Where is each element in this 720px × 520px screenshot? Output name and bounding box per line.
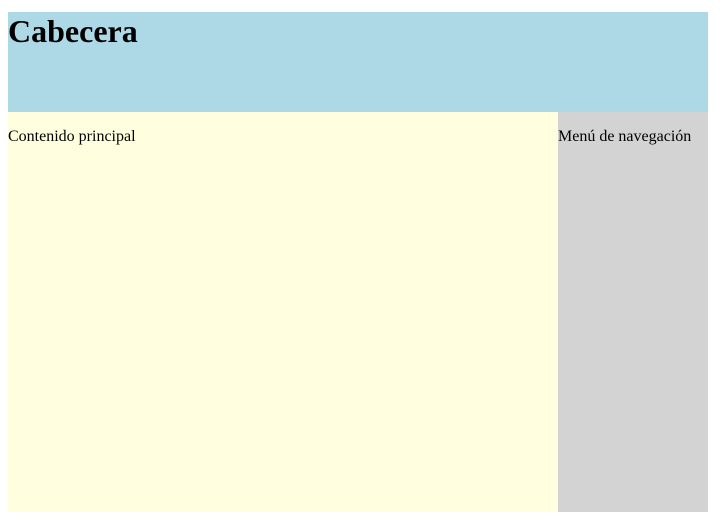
page-layout: Cabecera Contenido principal Menú de nav… [8, 12, 708, 512]
navigation-menu: Menú de navegación [558, 112, 708, 512]
main-content-text: Contenido principal [8, 128, 136, 145]
main-content: Contenido principal [8, 112, 558, 512]
page-header: Cabecera [8, 12, 708, 112]
navigation-menu-text: Menú de navegación [558, 128, 692, 145]
header-title: Cabecera [8, 13, 138, 49]
